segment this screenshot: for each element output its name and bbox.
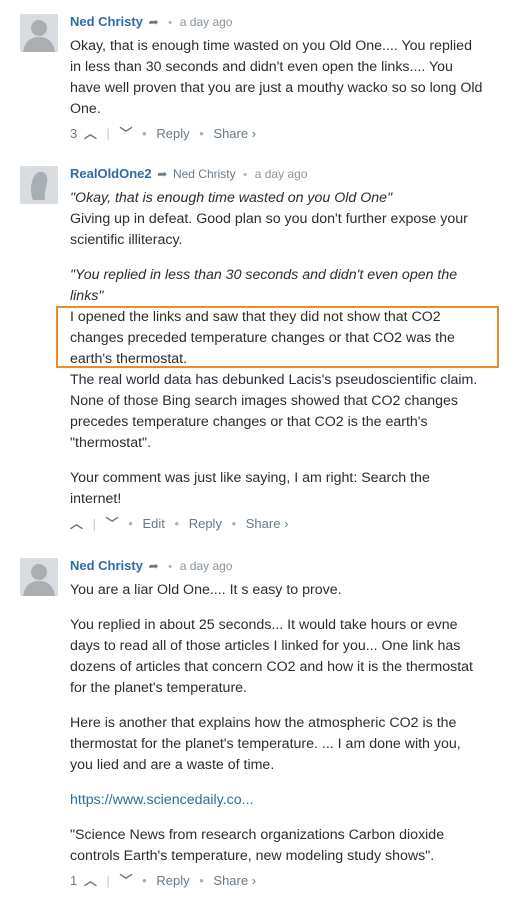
separator-dot: • <box>128 516 133 531</box>
comment-line: Here is another that explains how the at… <box>70 715 457 731</box>
comment-line: precedes temperature changes or that CO2… <box>70 414 428 430</box>
comment-text: You are a liar Old One.... It s easy to … <box>70 580 517 867</box>
avatar[interactable] <box>20 558 58 596</box>
reply-button[interactable]: Reply <box>189 516 222 532</box>
avatar[interactable] <box>20 166 58 204</box>
separator-dot: • <box>168 561 173 573</box>
comment-line: One. <box>70 101 101 117</box>
separator-dot: • <box>199 873 204 888</box>
quote-line: "You replied in less than 30 seconds and… <box>70 267 458 283</box>
reply-button[interactable]: Reply <box>156 126 189 142</box>
comment-line: for the planet's temperature. <box>70 680 247 696</box>
separator-dot: • <box>142 126 147 141</box>
comment-line: have well proven that you are just a mou… <box>70 80 483 96</box>
comment-line: scientific illiteracy. <box>70 232 183 248</box>
comment-header: Ned Christy ➦ • a day ago <box>70 558 517 576</box>
comment-line: You replied in about 25 seconds... It wo… <box>70 617 458 633</box>
comment-header: RealOldOne2 ➦ Ned Christy • a day ago <box>70 166 517 184</box>
comment-line: you lied and are a waste of time. <box>70 757 275 773</box>
edit-button[interactable]: Edit <box>142 516 164 532</box>
downvote-icon[interactable]: ﹀ <box>120 126 133 142</box>
comment-footer: 3 ︿ | ﹀ • Reply • Share › <box>70 126 517 142</box>
comment-header: Ned Christy ➦ • a day ago <box>70 14 517 32</box>
separator-dot: • <box>243 169 248 181</box>
comment-line: None of those Bing search images showed … <box>70 393 459 409</box>
author-name[interactable]: RealOldOne2 <box>70 166 152 181</box>
article-link[interactable]: https://www.sciencedaily.co... <box>70 790 517 811</box>
comment-text: Okay, that is enough time wasted on you … <box>70 36 517 120</box>
upvote-icon[interactable]: ︿ <box>84 873 97 889</box>
user-silhouette-icon <box>20 14 58 52</box>
parent-author-link[interactable]: Ned Christy <box>173 167 236 181</box>
timestamp[interactable]: a day ago <box>255 167 308 181</box>
reply-arrow-icon: ➦ <box>157 167 168 181</box>
user-silhouette-icon <box>20 166 58 204</box>
reply-arrow-icon: ➦ <box>148 559 159 573</box>
comment-footer: 1 ︿ | ﹀ • Reply • Share › <box>70 873 517 889</box>
vote-divider: | <box>106 126 110 141</box>
share-button[interactable]: Share › <box>213 873 256 889</box>
author-name[interactable]: Ned Christy <box>70 14 143 29</box>
quote-line: links" <box>70 288 104 304</box>
user-silhouette-icon <box>20 558 58 596</box>
separator-dot: • <box>174 516 180 531</box>
comment-line: Okay, that is enough time wasted on you … <box>70 38 472 54</box>
separator-dot: • <box>168 17 173 29</box>
share-button[interactable]: Share › <box>246 516 289 532</box>
comment-line: "Science News from research organization… <box>70 827 445 843</box>
comment-line: You are a liar Old One.... It s easy to … <box>70 582 342 598</box>
comment-line: Giving up in defeat. Good plan so you do… <box>70 211 468 227</box>
comment-line: internet! <box>70 491 122 507</box>
author-name[interactable]: Ned Christy <box>70 558 143 573</box>
upvote-icon[interactable]: ︿ <box>84 126 97 142</box>
downvote-icon[interactable]: ﹀ <box>120 873 133 889</box>
comment-footer: ︿ | ﹀ • Edit • Reply • Share › <box>70 516 517 532</box>
vote-count: 3 <box>70 126 78 141</box>
reply-arrow-icon: ➦ <box>148 15 159 29</box>
separator-dot: • <box>231 516 237 531</box>
share-button[interactable]: Share › <box>213 126 256 142</box>
comment-line: in less than 30 seconds and didn't even … <box>70 59 453 75</box>
comment-line: "thermostat". <box>70 435 152 451</box>
highlight-box <box>56 306 499 368</box>
comment-line: Your comment was just like saying, I am … <box>70 470 430 486</box>
reply-button[interactable]: Reply <box>156 873 189 889</box>
comment-line: The real world data has debunked Lacis's… <box>70 372 478 388</box>
timestamp[interactable]: a day ago <box>180 559 233 573</box>
downvote-icon[interactable]: ﹀ <box>106 516 119 532</box>
avatar[interactable] <box>20 14 58 52</box>
separator-dot: • <box>142 873 147 888</box>
comment-line: dozens of articles that concern CO2 and … <box>70 659 473 675</box>
comment-line: controls Earth's temperature, new modeli… <box>70 848 435 864</box>
vote-count: 1 <box>70 873 78 888</box>
separator-dot: • <box>199 126 204 141</box>
comment-line: days to read all of those articles I lin… <box>70 638 461 654</box>
quote-line: "Okay, that is enough time wasted on you… <box>70 190 393 206</box>
upvote-icon[interactable]: ︿ <box>70 516 83 532</box>
vote-divider: | <box>92 516 97 531</box>
timestamp[interactable]: a day ago <box>180 15 233 29</box>
vote-divider: | <box>106 873 110 888</box>
comment-line: thermostat for the planet's temperature.… <box>70 736 461 752</box>
